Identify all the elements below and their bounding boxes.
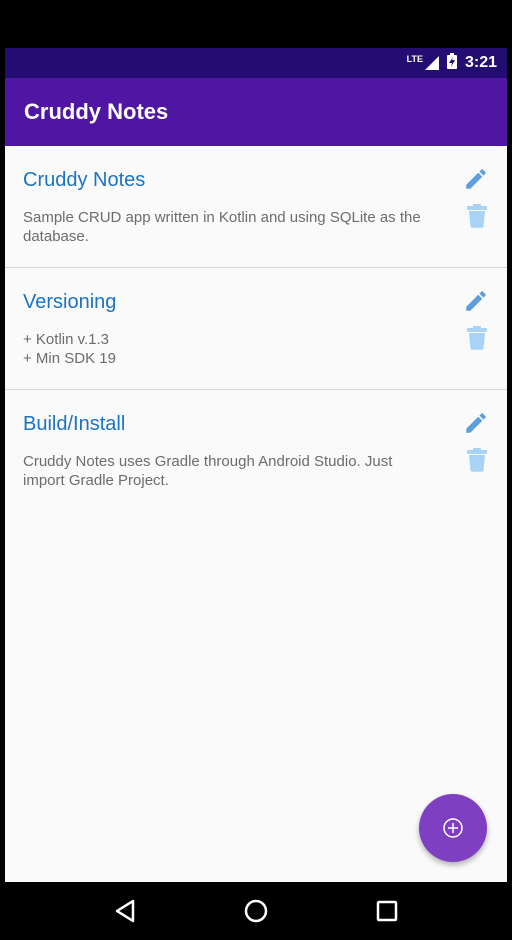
- app-bar: Cruddy Notes: [5, 78, 507, 146]
- note-title: Cruddy Notes: [23, 169, 146, 191]
- pencil-icon: [466, 291, 486, 311]
- status-time: 3:21: [464, 54, 497, 71]
- edit-button[interactable]: [463, 166, 489, 192]
- recents-square-icon: [376, 900, 397, 922]
- system-nav-bar: [0, 882, 512, 940]
- battery-icon: [446, 52, 457, 74]
- note-body: Cruddy Notes uses Gradle through Android…: [23, 453, 393, 489]
- trash-icon: [467, 448, 487, 472]
- add-note-button[interactable]: [419, 794, 487, 862]
- note-body: Sample CRUD app written in Kotlin and us…: [23, 209, 421, 245]
- note-title: Build/Install: [23, 413, 126, 435]
- lte-signal-icon: LTE: [406, 54, 439, 70]
- status-bar: LTE 3:21: [5, 48, 507, 78]
- note-title: Versioning: [23, 291, 117, 313]
- nav-recents-button[interactable]: [367, 891, 407, 931]
- delete-button[interactable]: [467, 326, 487, 350]
- trash-icon: [467, 326, 487, 350]
- note-item[interactable]: Versioning + Kotlin v.1.3 + Min SDK 19: [5, 268, 507, 390]
- network-type-label: LTE: [406, 54, 423, 64]
- app-title: Cruddy Notes: [24, 99, 169, 124]
- top-black-area: [0, 0, 512, 48]
- note-body: + Kotlin v.1.3 + Min SDK 19: [23, 331, 116, 367]
- nav-home-button[interactable]: [236, 891, 276, 931]
- note-item[interactable]: Cruddy Notes Sample CRUD app written in …: [5, 146, 507, 268]
- plus-circle-icon: [443, 818, 463, 838]
- back-triangle-icon: [116, 899, 135, 923]
- pencil-icon: [466, 169, 486, 189]
- trash-icon: [467, 204, 487, 228]
- edit-button[interactable]: [463, 288, 489, 314]
- pencil-icon: [466, 413, 486, 433]
- delete-button[interactable]: [467, 448, 487, 472]
- edit-button[interactable]: [463, 410, 489, 436]
- notes-list: Cruddy Notes Sample CRUD app written in …: [5, 146, 507, 882]
- home-circle-icon: [244, 899, 268, 923]
- nav-back-button[interactable]: [105, 891, 145, 931]
- delete-button[interactable]: [467, 204, 487, 228]
- note-item[interactable]: Build/Install Cruddy Notes uses Gradle t…: [5, 390, 507, 512]
